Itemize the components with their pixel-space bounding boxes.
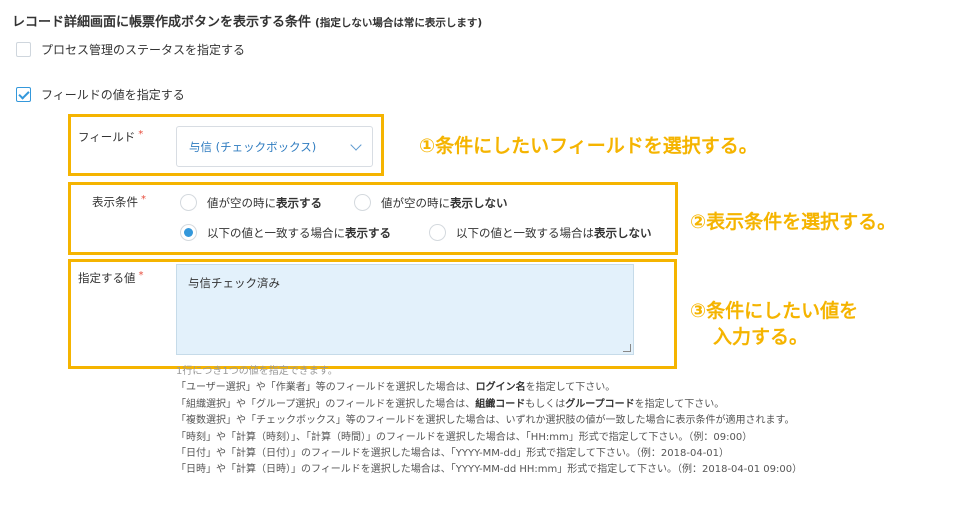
field-checkbox[interactable] xyxy=(16,87,31,102)
required-mark: * xyxy=(138,129,144,140)
value-textarea[interactable]: 与信チェック済み xyxy=(176,264,634,355)
required-mark: * xyxy=(141,194,146,205)
radio-match-hide[interactable]: 以下の値と一致する場合は 表示しない xyxy=(429,224,652,241)
field-select-value: 与信 (チェックボックス) xyxy=(189,139,317,154)
status-checkbox[interactable] xyxy=(16,42,31,57)
radio-empty-hide[interactable]: 値が空の時に 表示しない xyxy=(354,194,508,211)
value-label: 指定する値 * xyxy=(78,270,144,285)
annotation-2: ②表示条件を選択する。 xyxy=(690,211,897,233)
help-line: 1行につき1つの値を指定できます。 xyxy=(176,366,338,377)
help-line: 「組織選択」や「グループ選択」のフィールドを選択した場合は、組織コードもしくはグ… xyxy=(176,398,725,410)
section-title: レコード詳細画面に帳票作成ボタンを表示する条件 (指定しない場合は常に表示します) xyxy=(12,11,482,30)
status-option[interactable]: プロセス管理のステータスを指定する xyxy=(16,41,245,58)
annotation-3-line2: 入力する。 xyxy=(713,326,809,348)
field-label: フィールド * xyxy=(78,129,144,144)
field-option-label: フィールドの値を指定する xyxy=(41,88,185,102)
help-line: 「日時」や「計算（日時）」のフィールドを選択した場合は、「YYYY-MM-dd … xyxy=(176,464,803,476)
radio-button[interactable] xyxy=(180,194,197,211)
chevron-down-icon xyxy=(350,138,362,151)
help-line: 「ユーザー選択」や「作業者」等のフィールドを選択した場合は、ログイン名を指定して… xyxy=(176,382,616,394)
required-mark: * xyxy=(138,270,144,281)
help-line: 「日付」や「計算（日付）」のフィールドを選択した場合は、「YYYY-MM-dd」… xyxy=(176,448,730,460)
status-option-label: プロセス管理のステータスを指定する xyxy=(41,43,246,57)
condition-label: 表示条件 * xyxy=(92,194,146,209)
check-icon xyxy=(17,87,30,100)
resize-handle-icon[interactable] xyxy=(623,344,631,352)
highlight-condition-box xyxy=(68,182,678,255)
radio-empty-show[interactable]: 値が空の時に 表示する xyxy=(180,194,322,211)
annotation-1: ①条件にしたいフィールドを選択する。 xyxy=(419,135,758,157)
section-title-main: レコード詳細画面に帳票作成ボタンを表示する条件 xyxy=(12,15,312,30)
help-line: 「複数選択」や「チェックボックス」等のフィールドを選択した場合は、いずれか選択肢… xyxy=(176,415,795,427)
radio-match-show[interactable]: 以下の値と一致する場合に 表示する xyxy=(180,224,391,241)
annotation-3-line1: ③条件にしたい値を xyxy=(690,300,859,322)
field-select[interactable]: 与信 (チェックボックス) xyxy=(176,126,373,167)
radio-button[interactable] xyxy=(354,194,371,211)
field-option[interactable]: フィールドの値を指定する xyxy=(16,86,185,103)
radio-button[interactable] xyxy=(429,224,446,241)
value-text: 与信チェック済み xyxy=(188,276,280,290)
radio-button-selected[interactable] xyxy=(180,224,197,241)
help-text: 1行につき1つの値を指定できます。 「ユーザー選択」や「作業者」等のフィールドを… xyxy=(176,364,802,479)
help-line: 「時刻」や「計算（時刻）」、「計算（時間）」のフィールドを選択した場合は、「HH… xyxy=(176,431,753,443)
section-title-sub: (指定しない場合は常に表示します) xyxy=(315,17,483,29)
